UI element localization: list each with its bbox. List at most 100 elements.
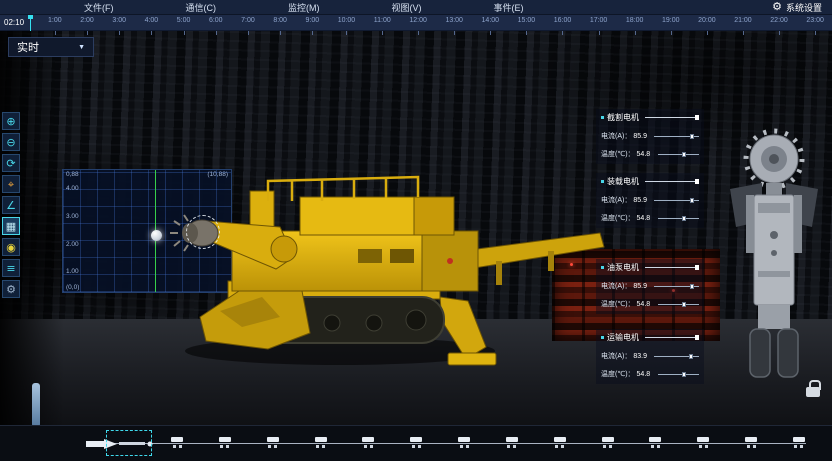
y-axis-handle[interactable]: [32, 383, 40, 425]
reading-slider[interactable]: [654, 286, 699, 287]
conveyor-segment: [792, 437, 806, 448]
rear-stabilizer-leg: [440, 297, 496, 365]
menu-item-file[interactable]: 文件(F): [84, 1, 114, 14]
axis-gizmo: [20, 383, 66, 425]
tool-settings-button[interactable]: ⚙: [2, 280, 20, 298]
timeline-tick: 6:00: [209, 16, 223, 30]
conveyor-segment: [648, 437, 662, 448]
slider-handle[interactable]: [689, 354, 693, 359]
reading-slider[interactable]: [658, 374, 699, 375]
reading-slider[interactable]: [658, 218, 699, 219]
timeline-tick: 17:00: [590, 16, 608, 30]
slider-handle[interactable]: [682, 216, 686, 221]
reading-label: 电流(A)：: [601, 351, 631, 361]
reading-value: 85.9: [633, 133, 650, 140]
lock-icon[interactable]: [806, 387, 820, 397]
reading-label: 电流(A)：: [601, 281, 631, 291]
locate-icon: ⌖: [8, 179, 14, 190]
motor-panel-1: 截割电机电流(A)：85.9温度(℃)：54.8: [596, 109, 704, 164]
zoom-out-button[interactable]: ⊖: [2, 133, 20, 151]
reading-label: 温度(℃)：: [601, 149, 635, 159]
tool-settings-icon: ⚙: [6, 284, 16, 295]
motor-reading-row: 电流(A)：83.9: [601, 351, 699, 361]
reset-view-button[interactable]: ⟳: [2, 154, 20, 172]
grid-axis-label: 2.00: [66, 242, 79, 249]
mode-selector-dropdown[interactable]: 实时 ▼: [8, 37, 94, 57]
reading-value: 54.8: [637, 371, 654, 378]
menu-item-list: 文件(F) 通信(C) 监控(M) 视图(V) 事件(E): [84, 1, 596, 14]
reading-value: 54.8: [637, 151, 654, 158]
timeline-tick: 4:00: [145, 16, 159, 30]
panel-header-slider[interactable]: [645, 181, 699, 182]
panel-marker-icon: [601, 266, 604, 269]
slider-handle[interactable]: [682, 152, 686, 157]
motor-reading-row: 温度(℃)：54.8: [601, 369, 699, 379]
grid-axis-label: (0,0): [66, 284, 79, 291]
conveyor-segment: [170, 437, 184, 448]
grid-axis-label: 1.00: [66, 269, 79, 276]
measure-button[interactable]: ∠: [2, 196, 20, 214]
timeline-tick: 23:00: [806, 16, 824, 30]
chevron-down-icon: ▼: [78, 44, 85, 51]
menu-item-monitor[interactable]: 监控(M): [288, 1, 320, 14]
panel-marker-icon: [601, 180, 604, 183]
timeline-tick: 21:00: [734, 16, 752, 30]
chain-segment-row: [170, 437, 806, 448]
panel-header-slider[interactable]: [645, 117, 699, 118]
reading-slider[interactable]: [658, 154, 699, 155]
timeline-tick: 19:00: [662, 16, 680, 30]
timeline-tick: 10:00: [338, 16, 356, 30]
lower-frame: [758, 305, 790, 329]
reading-label: 温度(℃)：: [601, 299, 635, 309]
reading-slider[interactable]: [658, 304, 699, 305]
locate-button[interactable]: ⌖: [2, 175, 20, 193]
machine-chain-strip[interactable]: [0, 425, 832, 461]
viewport-3d[interactable]: 0,88 (10,88) (0,0) 4.003.002.001.00: [0, 31, 832, 425]
reading-value: 85.9: [633, 283, 650, 290]
menu-item-comm[interactable]: 通信(C): [186, 1, 217, 14]
schematic-tracks: [750, 329, 798, 377]
reading-slider[interactable]: [654, 200, 699, 201]
reading-slider[interactable]: [654, 136, 699, 137]
layers-button[interactable]: ≡: [2, 259, 20, 277]
reading-label: 温度(℃)：: [601, 369, 635, 379]
reading-slider[interactable]: [654, 356, 699, 357]
reading-value: 85.9: [633, 197, 650, 204]
timeline-tick-row: 1:002:003:004:005:006:007:008:009:0010:0…: [48, 16, 824, 30]
conveyor-segment: [457, 437, 471, 448]
timeline-playhead[interactable]: [30, 15, 31, 31]
grid-view-button[interactable]: ▦: [2, 217, 20, 235]
motor-panel-title: 截割电机: [607, 112, 639, 123]
chain-selection-box[interactable]: [106, 430, 152, 456]
conveyor-segment: [553, 437, 567, 448]
motor-reading-row: 电流(A)：85.9: [601, 195, 699, 205]
slider-handle[interactable]: [695, 335, 699, 340]
slider-handle[interactable]: [690, 284, 694, 289]
slider-handle[interactable]: [682, 372, 686, 377]
slider-handle[interactable]: [695, 265, 699, 270]
menu-item-event[interactable]: 事件(E): [494, 1, 524, 14]
slider-handle[interactable]: [695, 179, 699, 184]
measure-icon: ∠: [6, 200, 16, 211]
panel-header-slider[interactable]: [645, 267, 699, 268]
camera-button[interactable]: ◉: [2, 238, 20, 256]
panel-marker-icon: [601, 336, 604, 339]
slider-handle[interactable]: [695, 115, 699, 120]
conveyor-segment: [505, 437, 519, 448]
slider-handle[interactable]: [690, 134, 694, 139]
roadheader-machine-3d: [150, 171, 620, 386]
timeline-tick: 15:00: [518, 16, 536, 30]
panel-header-slider[interactable]: [645, 337, 699, 338]
zoom-in-button[interactable]: ⊕: [2, 112, 20, 130]
timeline-tick: 13:00: [445, 16, 463, 30]
system-settings-button[interactable]: ⚙ 系统设置: [772, 1, 822, 14]
grid-view-icon: ▦: [6, 221, 16, 232]
menu-item-view[interactable]: 视图(V): [392, 1, 422, 14]
motor-panel-title: 装载电机: [607, 176, 639, 187]
cutter-outline-marker: [186, 215, 220, 249]
timeline-ruler[interactable]: 02:10 1:002:003:004:005:006:007:008:009:…: [0, 15, 832, 31]
timeline-tick: 18:00: [626, 16, 644, 30]
timeline-tick: 20:00: [698, 16, 716, 30]
slider-handle[interactable]: [682, 302, 686, 307]
slider-handle[interactable]: [690, 198, 694, 203]
